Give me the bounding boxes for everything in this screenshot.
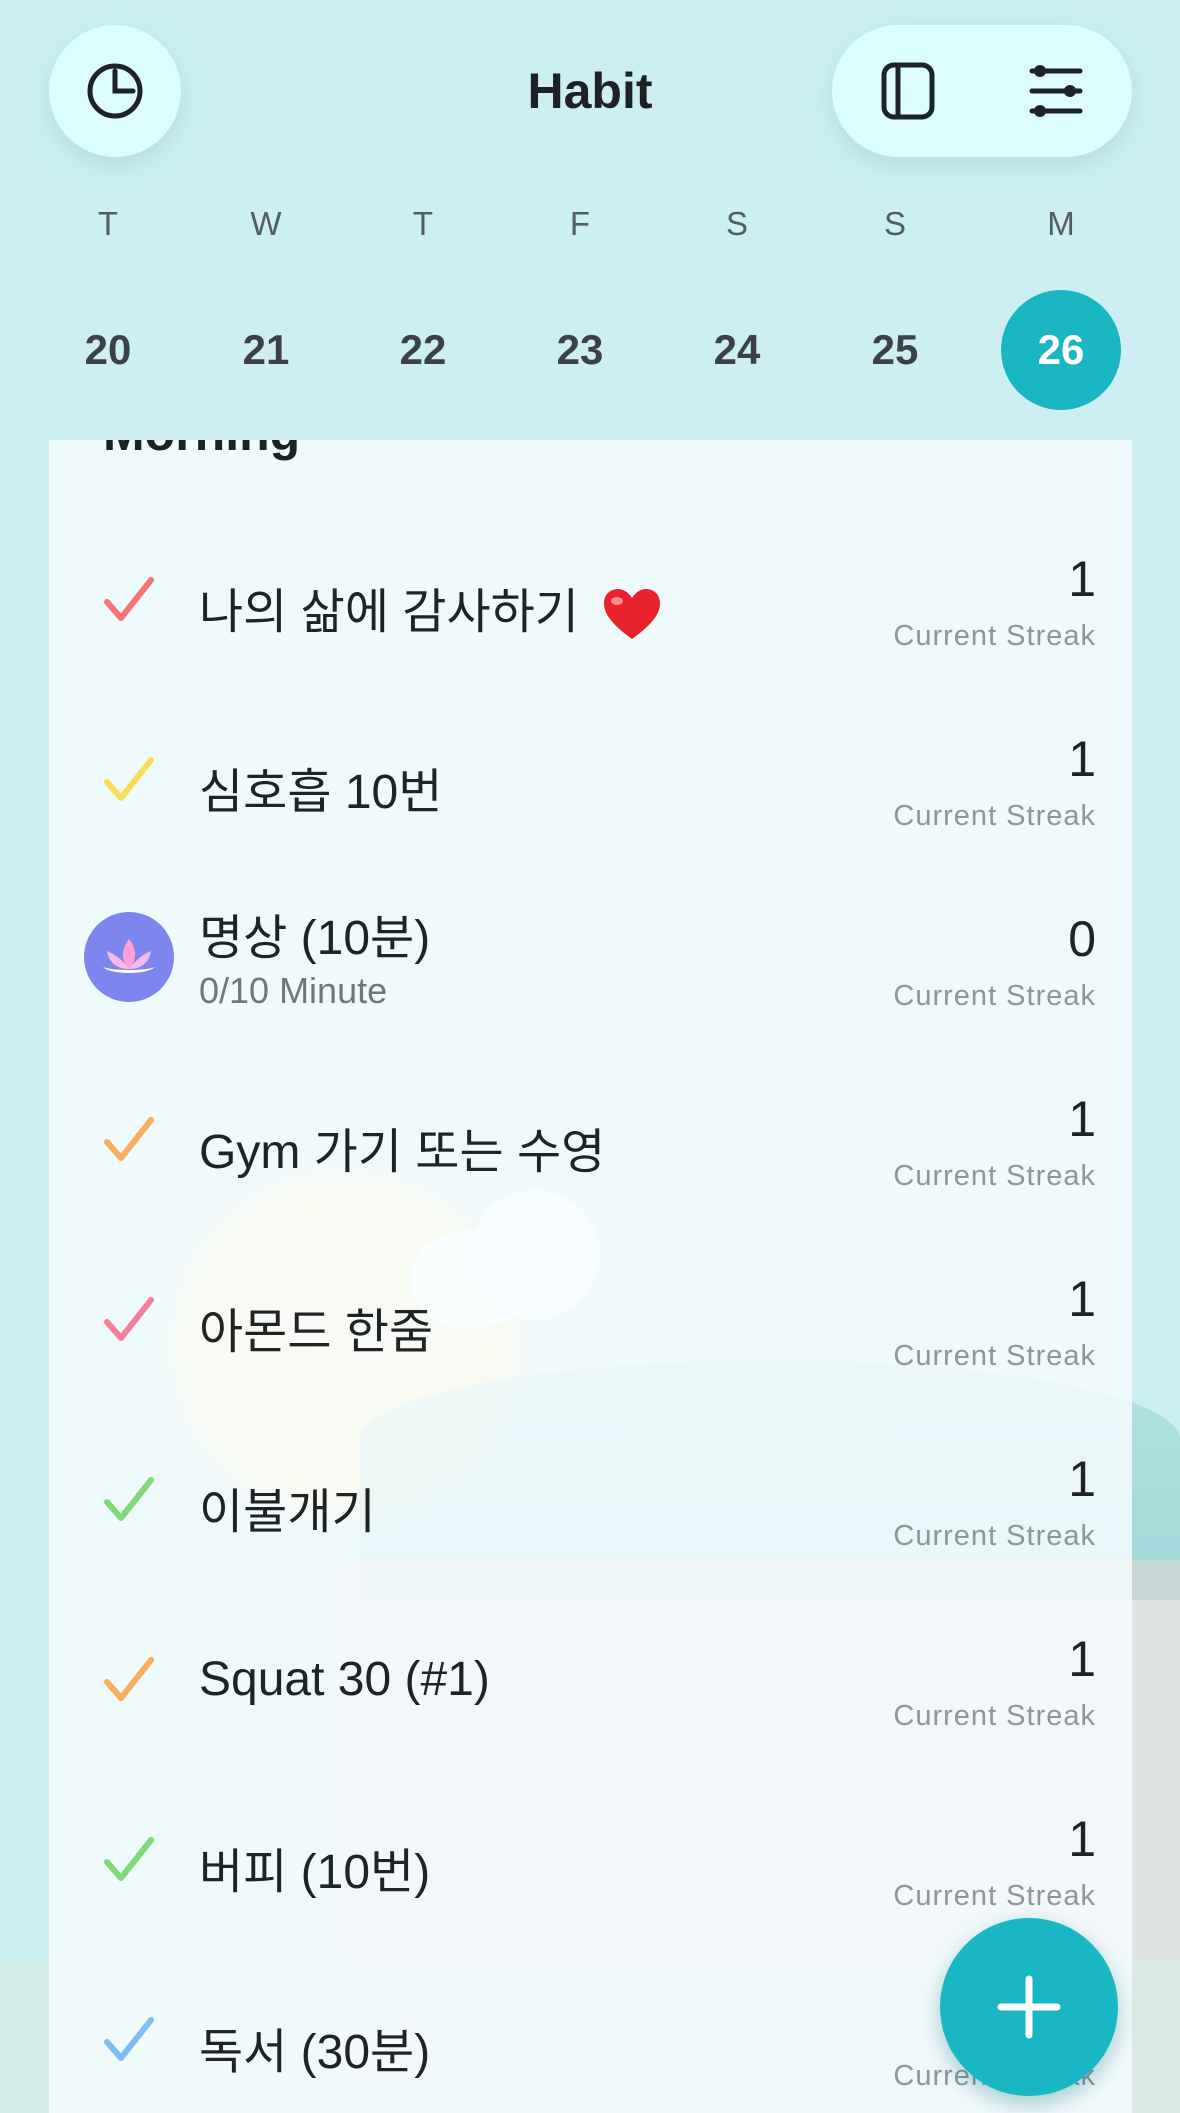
streak-count: 1: [1068, 1091, 1096, 1147]
streak-label: Current Streak: [893, 980, 1096, 1012]
habit-row[interactable]: Squat 30 (#1) 1 Current Streak: [49, 1590, 1132, 1770]
habit-label: 아몬드 한줌: [199, 1306, 434, 1359]
habit-row[interactable]: 아몬드 한줌 1 Current Streak: [49, 1230, 1132, 1410]
heart-emoji-icon: [604, 589, 661, 640]
streak-count: 0: [1068, 911, 1096, 967]
habit-name: 나의 삶에 감사하기: [199, 586, 579, 639]
lotus-icon[interactable]: [84, 912, 174, 1002]
date-item[interactable]: 23: [520, 290, 640, 410]
streak-label: Current Streak: [893, 1340, 1096, 1372]
add-habit-button[interactable]: [940, 1918, 1118, 2096]
date-item[interactable]: 25: [835, 290, 955, 410]
check-icon[interactable]: [101, 1292, 157, 1348]
streak-count: 1: [1068, 731, 1096, 787]
date-item[interactable]: 20: [48, 290, 168, 410]
streak-count: 1: [1068, 1811, 1096, 1867]
habit-list: Morning 나의 삶에 감사하기 1 Current Streak 심호흡 …: [49, 440, 1132, 2113]
habit-label: Squat 30 (#1): [199, 1653, 490, 1706]
habit-row[interactable]: 명상 (10분) 0/10 Minute 0 Current Streak: [49, 870, 1132, 1050]
habit-label: Gym 가기 또는 수영: [199, 1126, 606, 1179]
streak-label: Current Streak: [893, 1880, 1096, 1912]
habit-label: 버피 (10번): [199, 1846, 431, 1899]
habit-row[interactable]: 이불개기 1 Current Streak: [49, 1410, 1132, 1590]
plus-icon: [997, 1975, 1061, 2039]
header-actions: [832, 25, 1132, 157]
check-icon[interactable]: [101, 752, 157, 808]
date-item[interactable]: 22: [363, 290, 483, 410]
habit-label: 이불개기: [199, 1486, 376, 1539]
streak-label: Current Streak: [893, 620, 1096, 652]
section-title: Morning: [103, 440, 300, 462]
habit-row[interactable]: Gym 가기 또는 수영 1 Current Streak: [49, 1050, 1132, 1230]
streak-count: 1: [1068, 551, 1096, 607]
streak-label: Current Streak: [893, 1700, 1096, 1732]
check-icon[interactable]: [101, 1112, 157, 1168]
habit-label: 심호흡 10번: [199, 766, 443, 819]
weekday-label: T: [412, 205, 434, 242]
date-item[interactable]: 24: [677, 290, 797, 410]
date-item-selected[interactable]: 26: [1001, 290, 1121, 410]
header: Habit T W T F S S M 20 21 22 23 24 25 26: [0, 0, 1180, 440]
check-icon[interactable]: [101, 1832, 157, 1888]
habit-progress: 0/10 Minute: [199, 970, 388, 1011]
streak-label: Current Streak: [893, 1160, 1096, 1192]
weekday-label: F: [569, 205, 591, 242]
streak-count: 1: [1068, 1631, 1096, 1687]
habit-label: 독서 (30분): [199, 2026, 431, 2079]
habit-label: 나의 삶에 감사하기: [199, 572, 662, 643]
weekday-label: W: [250, 205, 282, 242]
sliders-icon: [1029, 65, 1083, 117]
habit-row[interactable]: 나의 삶에 감사하기 1 Current Streak: [49, 510, 1132, 690]
view-toggle-button[interactable]: [842, 25, 974, 157]
card-view-icon: [881, 62, 935, 120]
weekday-label: T: [97, 205, 119, 242]
habit-row[interactable]: 버피 (10번) 1 Current Streak: [49, 1770, 1132, 1950]
streak-count: 1: [1068, 1451, 1096, 1507]
check-icon[interactable]: [101, 1652, 157, 1708]
date-item[interactable]: 21: [206, 290, 326, 410]
check-icon[interactable]: [101, 1472, 157, 1528]
check-icon[interactable]: [101, 2012, 157, 2068]
check-icon[interactable]: [101, 572, 157, 628]
weekday-label: S: [725, 205, 748, 242]
habit-row[interactable]: 심호흡 10번 1 Current Streak: [49, 690, 1132, 870]
habit-label: 명상 (10분): [199, 912, 431, 965]
weekday-label: S: [883, 205, 906, 242]
streak-label: Current Streak: [893, 1520, 1096, 1552]
filter-button[interactable]: [990, 25, 1122, 157]
streak-label: Current Streak: [893, 800, 1096, 832]
weekday-label: M: [1047, 205, 1075, 242]
streak-count: 1: [1068, 1271, 1096, 1327]
